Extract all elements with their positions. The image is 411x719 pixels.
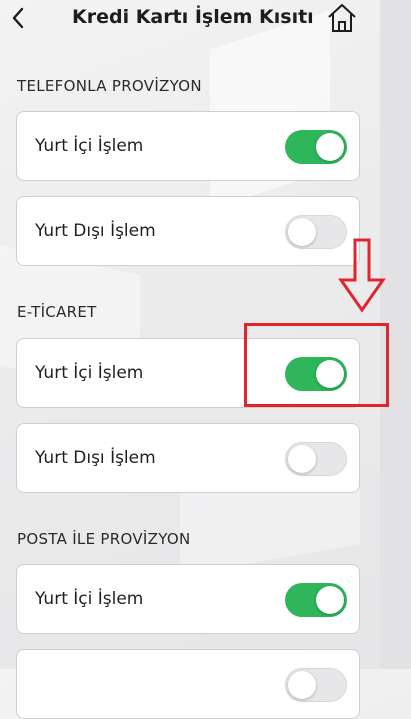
toggle-switch[interactable]	[285, 442, 347, 476]
page-title: Kredi Kartı İşlem Kısıtı	[72, 6, 314, 28]
header: Kredi Kartı İşlem Kısıtı	[0, 0, 380, 40]
section-title-telefonla-provizyon: TELEFONLA PROVİZYON	[17, 77, 202, 95]
row-label: Yurt İçi İşlem	[35, 363, 144, 383]
toggle-knob	[288, 671, 316, 699]
list-item: Yurt İçi İşlem	[16, 111, 360, 181]
down-arrow-annotation-icon	[338, 238, 386, 313]
row-label: Yurt İçi İşlem	[35, 589, 144, 609]
toggle-knob	[288, 218, 316, 246]
toggle-switch[interactable]	[285, 130, 347, 164]
home-icon	[328, 4, 356, 32]
row-label: Yurt Dışı İşlem	[35, 448, 156, 468]
section-title-e-ticaret: E-TİCARET	[17, 303, 97, 321]
list-item: Yurt Dışı İşlem	[16, 196, 360, 266]
toggle-knob	[316, 586, 344, 614]
toggle-switch[interactable]	[285, 583, 347, 617]
chevron-left-icon	[12, 7, 24, 29]
back-button[interactable]	[6, 4, 30, 32]
row-label: Yurt İçi İşlem	[35, 136, 144, 156]
highlight-annotation-box	[244, 323, 389, 407]
row-label: Yurt Dışı İşlem	[35, 221, 156, 241]
toggle-knob	[316, 133, 344, 161]
toggle-knob	[288, 445, 316, 473]
home-button[interactable]	[326, 2, 358, 34]
list-item: Yurt İçi İşlem	[16, 564, 360, 634]
section-title-posta-ile-provizyon: POSTA İLE PROVİZYON	[17, 530, 191, 548]
list-item	[16, 649, 360, 719]
list-item: Yurt Dışı İşlem	[16, 423, 360, 493]
toggle-switch[interactable]	[285, 668, 347, 702]
